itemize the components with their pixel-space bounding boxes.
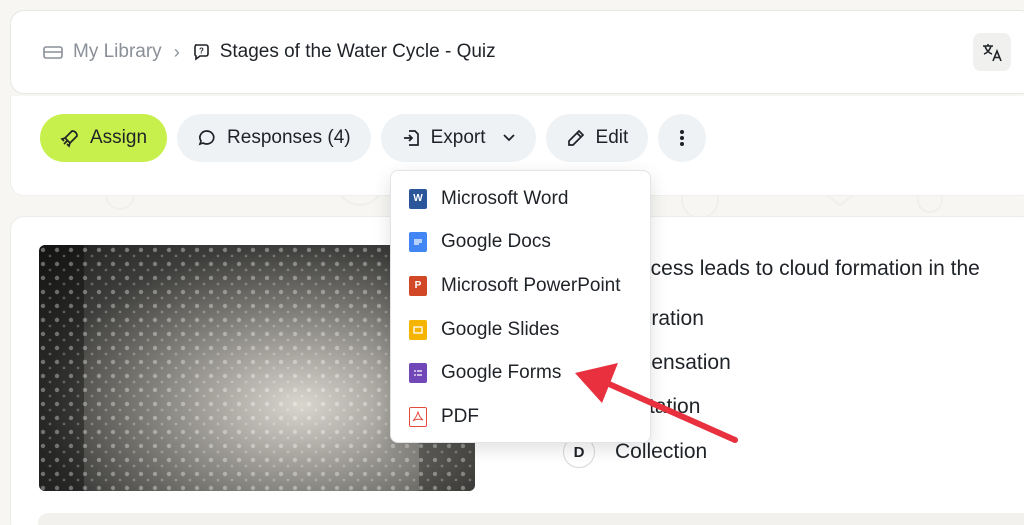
pdf-icon <box>409 406 427 427</box>
breadcrumb-library-link[interactable]: My Library <box>43 41 162 63</box>
export-button[interactable]: Export <box>380 114 536 162</box>
export-label: Export <box>430 127 486 148</box>
breadcrumb-current: ? Stages of the Water Cycle - Quiz <box>192 41 496 63</box>
word-icon: W <box>409 188 427 209</box>
menu-item-label: PDF <box>441 405 479 427</box>
chevron-down-icon <box>502 134 515 142</box>
menu-item-label: Microsoft PowerPoint <box>441 274 621 296</box>
library-icon <box>43 46 63 59</box>
question-text: ocess leads to cloud formation in the <box>639 257 980 280</box>
export-microsoft-powerpoint[interactable]: P Microsoft PowerPoint <box>391 264 650 308</box>
google-forms-icon <box>409 363 427 384</box>
edit-label: Edit <box>595 127 629 148</box>
export-google-docs[interactable]: Google Docs <box>391 221 650 265</box>
menu-item-label: Google Slides <box>441 318 560 340</box>
rocket-icon <box>60 130 78 148</box>
annotation-arrow-icon <box>575 363 738 443</box>
translate-button[interactable] <box>973 33 1011 71</box>
quiz-icon: ? <box>193 44 209 61</box>
responses-label: Responses (4) <box>227 127 351 148</box>
assign-label: Assign <box>90 127 148 148</box>
breadcrumb-separator: › <box>173 41 180 62</box>
comment-icon <box>198 130 215 146</box>
responses-button[interactable]: Responses (4) <box>177 114 371 162</box>
breadcrumb: My Library › ? Stages of the Water Cycle… <box>43 41 496 63</box>
export-google-slides[interactable]: Google Slides <box>391 308 650 352</box>
breadcrumb-library-label: My Library <box>73 41 162 62</box>
edit-button[interactable]: Edit <box>545 114 649 162</box>
assign-button[interactable]: Assign <box>40 114 168 162</box>
menu-item-label: Microsoft Word <box>441 187 569 209</box>
translate-icon <box>983 44 1002 62</box>
powerpoint-icon: P <box>409 275 427 296</box>
menu-item-label: Google Forms <box>441 362 562 384</box>
toolbar: Assign Responses (4) Export Edit <box>40 114 707 162</box>
google-slides-icon <box>409 319 427 340</box>
header-card: My Library › ? Stages of the Water Cycle… <box>10 10 1024 94</box>
more-options-button[interactable] <box>658 114 707 162</box>
google-docs-icon <box>409 232 427 253</box>
export-microsoft-word[interactable]: W Microsoft Word <box>391 177 650 221</box>
more-vertical-icon <box>680 130 685 146</box>
export-icon <box>403 130 419 146</box>
svg-text:?: ? <box>199 47 204 56</box>
page-title: Stages of the Water Cycle - Quiz <box>219 41 496 62</box>
next-question-card <box>38 513 1024 525</box>
pencil-icon <box>567 129 584 146</box>
menu-item-label: Google Docs <box>441 231 551 253</box>
